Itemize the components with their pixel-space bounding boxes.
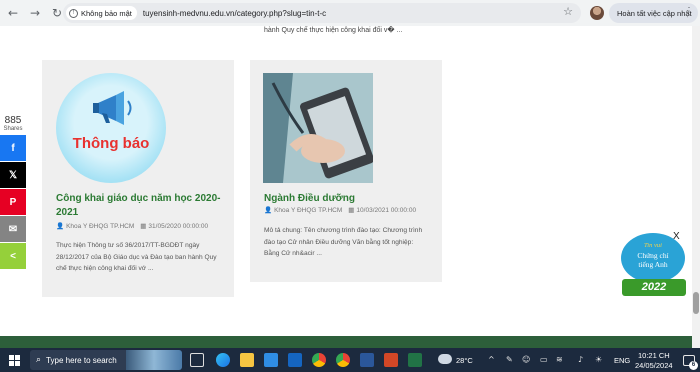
address-bar[interactable]: ! Không bảo mật tuyensinh-medvnu.edu.vn/… xyxy=(63,3,581,23)
post-card[interactable]: Ngành Điều dưỡng 👤 Khoa Y ĐHQG TP.HCM ▦ … xyxy=(250,60,442,282)
post-date: 10/03/2021 00:00:00 xyxy=(356,206,417,214)
page-content: hành Quy chế thực hiện công khai đối v� … xyxy=(0,26,700,348)
url-text[interactable]: tuyensinh-medvnu.edu.vn/category.php?slu… xyxy=(143,9,326,18)
megaphone-icon xyxy=(93,91,132,125)
windows-taskbar: ⌕ Type here to search 28°C ^ ✎ ☺ ▭ ≋ ♪ ☀… xyxy=(0,348,700,372)
user-icon: 👤 xyxy=(264,206,273,214)
powerpoint-icon[interactable] xyxy=(384,353,398,367)
post-card[interactable]: Thông báo Công khai giáo dục năm học 202… xyxy=(42,60,234,297)
facebook-share-button[interactable]: f xyxy=(0,135,26,161)
pen-icon[interactable]: ✎ xyxy=(506,355,513,364)
mail-icon[interactable] xyxy=(288,353,302,367)
post-author: Khoa Y ĐHQG TP.HCM xyxy=(274,206,343,214)
footer-band xyxy=(0,336,692,348)
clock-time[interactable]: 10:21 CH xyxy=(638,351,670,360)
x-share-button[interactable]: 𝕏 xyxy=(0,162,26,188)
search-icon: ⌕ xyxy=(36,355,42,365)
volume-icon[interactable]: ♪ xyxy=(578,355,583,364)
share-count-number: 885 xyxy=(4,115,22,126)
post-excerpt: Mô tả chung: Tên chương trình đào tạo: C… xyxy=(264,227,423,257)
chrome-profile-icon[interactable] xyxy=(336,353,350,367)
file-explorer-icon[interactable] xyxy=(240,353,254,367)
temperature[interactable]: 28°C xyxy=(456,356,473,365)
excel-icon[interactable] xyxy=(408,353,422,367)
calendar-icon: ▦ xyxy=(140,222,147,230)
edge-icon[interactable] xyxy=(216,353,230,367)
store-icon[interactable] xyxy=(264,353,278,367)
facebook-icon: f xyxy=(11,142,15,154)
email-share-button[interactable]: ✉ xyxy=(0,216,26,242)
post-meta: 👤 Khoa Y ĐHQG TP.HCM ▦ 31/05/2020 00:00:… xyxy=(56,222,208,230)
nurse-tablet-photo xyxy=(263,73,373,183)
email-icon: ✉ xyxy=(8,223,18,235)
thumbnail-text: Thông báo xyxy=(72,135,150,152)
taskbar-search[interactable]: ⌕ Type here to search xyxy=(30,350,182,370)
share-count-label: Shares xyxy=(3,126,23,132)
language-indicator[interactable]: ENG xyxy=(614,356,630,365)
pinterest-icon: P xyxy=(9,196,17,208)
badge-year: 2022 xyxy=(622,279,686,296)
chrome-icon[interactable] xyxy=(312,353,326,367)
scrollbar[interactable] xyxy=(692,26,700,348)
calendar-icon: ▦ xyxy=(348,206,355,214)
notification-count: 6 xyxy=(689,361,698,370)
back-arrow-icon[interactable]: ← xyxy=(4,4,22,22)
update-button[interactable]: Hoàn tất việc cập nhật ⋮ xyxy=(609,3,698,23)
promo-badge[interactable]: Tin vui Chứng chỉ tiếng Anh 2022 xyxy=(620,233,687,301)
post-date: 31/05/2020 00:00:00 xyxy=(148,222,209,230)
battery-icon[interactable]: ▭ xyxy=(540,355,548,364)
show-hidden-icons-icon[interactable]: ^ xyxy=(488,355,495,364)
browser-toolbar: ← → ↻ ! Không bảo mật tuyensinh-medvnu.e… xyxy=(0,0,700,26)
security-chip-label: Không bảo mật xyxy=(81,8,132,18)
previous-post-excerpt: hành Quy chế thực hiện công khai đối v� … xyxy=(264,27,403,34)
badge-line-1: Chứng chỉ xyxy=(637,251,669,260)
post-author: Khoa Y ĐHQG TP.HCM xyxy=(66,222,135,230)
word-icon[interactable] xyxy=(360,353,374,367)
security-chip[interactable]: ! Không bảo mật xyxy=(66,6,137,20)
post-title[interactable]: Công khai giáo dục năm học 2020-2021 xyxy=(56,192,226,220)
post-excerpt: Thực hiện Thông tư số 36/2017/TT-BGDĐT n… xyxy=(56,242,217,272)
badge-close-button[interactable]: X xyxy=(673,231,680,242)
wifi-icon[interactable]: ≋ xyxy=(556,355,563,364)
profile-avatar[interactable] xyxy=(590,6,604,20)
badge-line-2: tiếng Anh xyxy=(638,260,668,269)
post-title[interactable]: Ngành Điều dưỡng xyxy=(264,192,434,206)
user-icon: 👤 xyxy=(56,222,65,230)
task-view-icon[interactable] xyxy=(190,353,204,367)
share-button[interactable]: < xyxy=(0,243,26,269)
people-icon[interactable]: ☺ xyxy=(522,355,530,364)
bookmark-star-icon[interactable]: ☆ xyxy=(563,5,573,18)
warning-icon: ! xyxy=(69,8,78,18)
weather-cloud-icon[interactable] xyxy=(438,354,452,364)
forward-arrow-icon[interactable]: → xyxy=(26,4,44,22)
x-icon: 𝕏 xyxy=(8,169,18,181)
post-thumbnail[interactable] xyxy=(263,73,373,183)
share-count: 885 Shares xyxy=(0,115,26,133)
more-menu-icon[interactable]: ⋮ xyxy=(684,6,694,18)
post-meta: 👤 Khoa Y ĐHQG TP.HCM ▦ 10/03/2021 00:00:… xyxy=(264,206,416,214)
search-placeholder: Type here to search xyxy=(46,355,117,365)
pinterest-share-button[interactable]: P xyxy=(0,189,26,215)
windows-start-icon[interactable] xyxy=(9,355,20,366)
share-icon: < xyxy=(10,250,16,262)
scrollbar-thumb[interactable] xyxy=(693,292,699,314)
post-thumbnail[interactable]: Thông báo xyxy=(56,73,166,183)
clock-date[interactable]: 24/05/2024 xyxy=(635,361,673,370)
search-highlight-image xyxy=(126,350,182,370)
brightness-icon[interactable]: ☀ xyxy=(595,355,602,364)
update-button-label: Hoàn tất việc cập nhật xyxy=(617,8,692,18)
badge-tagline: Tin vui xyxy=(644,242,662,249)
